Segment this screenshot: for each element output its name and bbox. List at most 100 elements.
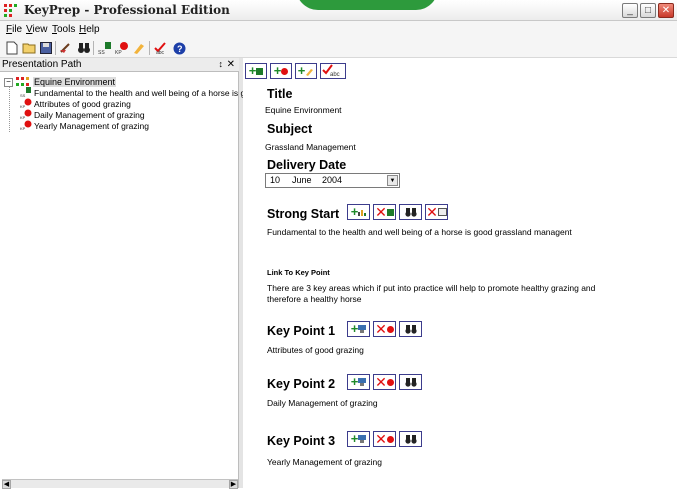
svg-text:?: ? [177,44,183,54]
key-point-2-buttons: + ✕ [347,374,422,390]
evidence-icon [358,325,367,333]
strong-start-icon [256,67,264,75]
finish-icon[interactable] [131,41,147,55]
link-text-line-1[interactable]: There are 3 key areas which if put into … [267,283,595,293]
binoculars-icon [404,208,417,217]
add-finish-button[interactable]: + [295,63,317,79]
binoculars-icon[interactable] [76,41,92,55]
delete-x-icon: ✕ [375,204,387,220]
key-point-icon [386,435,394,443]
open-folder-icon[interactable] [21,41,37,55]
delete-key-point-1-button[interactable]: ✕ [373,321,396,337]
tree-item-key-point-1[interactable]: KP Attributes of good grazing [20,98,131,109]
date-year: 2004 [322,175,343,185]
tree-item-label: Attributes of good grazing [34,98,131,109]
menu-file[interactable]: File [6,24,22,35]
link-text-line-2[interactable]: therefore a healthy horse [267,294,362,304]
plus-icon: + [350,321,359,336]
date-day: 10 [270,175,281,185]
key-point-1-label: Key Point 1 [267,324,336,338]
menu-help[interactable]: Help [79,24,100,35]
delete-strong-start-button[interactable]: ✕ [373,204,396,220]
svg-text:KP: KP [115,50,122,55]
strong-start-icon[interactable]: SS [97,41,113,55]
tree-item-key-point-3[interactable]: KP Yearly Management of grazing [20,120,149,131]
add-evidence-button[interactable]: + [347,374,370,390]
strong-start-label: Strong Start [267,207,340,221]
strong-start-buttons: + ✕ ✕ [347,204,448,220]
key-point-2-text[interactable]: Daily Management of grazing [267,398,378,408]
title-value[interactable]: Equine Environment [265,105,342,115]
keyprep-logo-icon [4,4,17,17]
strong-start-text[interactable]: Fundamental to the health and well being… [267,227,572,237]
svg-text:abc: abc [156,50,165,55]
delete-x-icon: ✕ [426,204,438,220]
key-point-icon[interactable]: KP [114,41,130,55]
plus-icon: + [350,374,359,389]
add-key-point-button[interactable]: + [270,63,292,79]
unlink-strong-start-button[interactable]: ✕ [425,204,448,220]
key-point-1-text[interactable]: Attributes of good grazing [267,345,364,355]
menu-tools[interactable]: Tools [52,24,75,35]
chart-icon [358,210,367,216]
help-icon[interactable]: ? [171,41,187,55]
binoculars-icon [404,325,417,334]
tree-item-strong-start[interactable]: SS Fundamental to the health and well be… [20,87,259,98]
restore-button[interactable]: □ [640,3,656,18]
key-point-node-icon: KP [20,109,32,120]
key-point-3-buttons: + ✕ [347,431,422,447]
tree-root-label: Equine Environment [33,77,117,87]
title-label: Title [267,87,293,101]
evidence-icon [358,435,367,443]
new-file-icon[interactable] [4,41,20,55]
top-action-buttons: + + + abc [245,63,346,79]
tree-horizontal-scrollbar[interactable]: ◀ ▶ [2,479,238,489]
find-key-point-3-button[interactable] [399,431,422,447]
broom-icon[interactable] [58,41,74,55]
window-title: KeyPrep - Professional Edition [24,3,230,17]
binoculars-icon [404,378,417,387]
plus-icon: + [248,63,257,78]
presentation-path-tree [0,72,239,488]
add-evidence-button[interactable]: + [347,321,370,337]
presentation-path-header: Presentation Path ↕ ✕ [0,58,239,72]
plus-icon: + [273,63,282,78]
spell-check-button[interactable]: abc [320,63,346,79]
find-strong-start-button[interactable] [399,204,422,220]
find-key-point-1-button[interactable] [399,321,422,337]
subject-value[interactable]: Grassland Management [265,142,356,152]
delete-x-icon: ✕ [375,431,387,447]
pin-icon[interactable]: ↕ [219,58,224,71]
spell-check-icon: abc [322,64,340,78]
delivery-date-picker[interactable]: 10 June 2004 ▼ [265,173,400,188]
delivery-date-label: Delivery Date [267,158,347,172]
add-strong-start-item-button[interactable]: + [347,204,370,220]
title-node-icon [16,77,29,86]
minimize-button[interactable]: _ [622,3,638,18]
add-strong-start-button[interactable]: + [245,63,267,79]
find-key-point-2-button[interactable] [399,374,422,390]
panel-title: Presentation Path [2,59,82,70]
delete-key-point-2-button[interactable]: ✕ [373,374,396,390]
link-icon [437,208,447,216]
panel-close-icon[interactable]: ✕ [227,58,235,71]
spell-check-icon[interactable]: abc [153,41,169,55]
menu-bar: File View Tools Help [0,21,677,38]
tree-item-label: Fundamental to the health and well being… [34,87,260,98]
delete-key-point-3-button[interactable]: ✕ [373,431,396,447]
save-disk-icon[interactable] [38,41,54,55]
svg-text:SS: SS [98,50,105,55]
tree-item-key-point-2[interactable]: KP Daily Management of grazing [20,109,145,120]
add-evidence-button[interactable]: + [347,431,370,447]
menu-view[interactable]: View [26,24,48,35]
plus-icon: + [297,63,306,78]
green-header-tab [296,0,438,10]
key-point-2-label: Key Point 2 [267,377,336,391]
tree-item-label: Daily Management of grazing [34,109,145,120]
strong-start-node-icon: SS [20,87,31,98]
dropdown-arrow-icon[interactable]: ▼ [387,175,398,186]
collapse-icon[interactable]: − [4,77,13,87]
close-button[interactable]: ✕ [658,3,674,18]
key-point-3-text[interactable]: Yearly Management of grazing [267,457,382,467]
key-point-1-buttons: + ✕ [347,321,422,337]
